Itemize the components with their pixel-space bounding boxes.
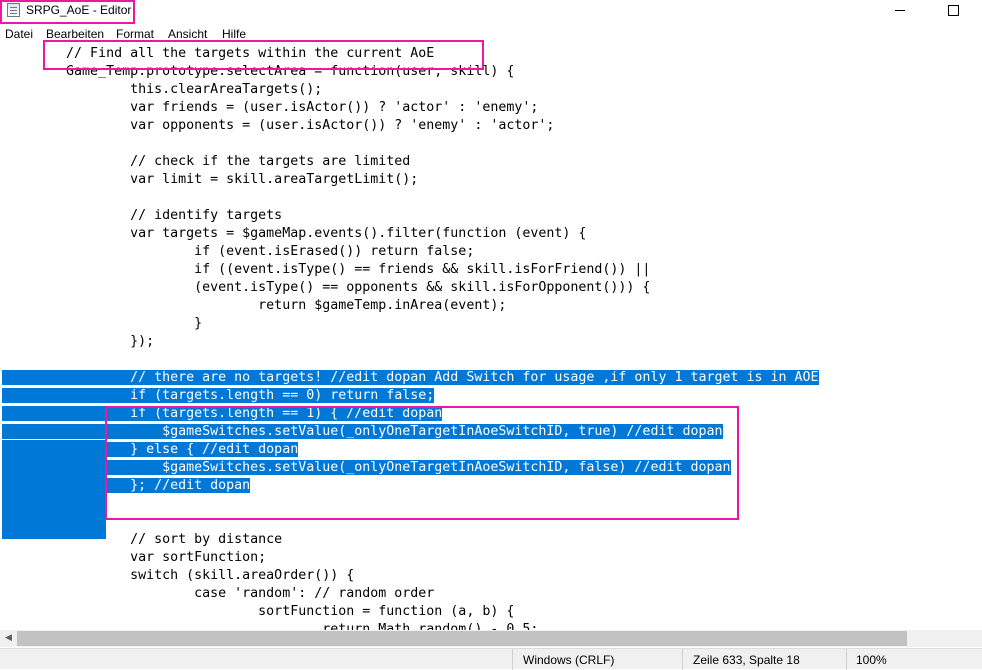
code-line-text: case 'random': // random order [2, 586, 435, 601]
code-line: // check if the targets are limited [2, 153, 410, 171]
status-divider [682, 649, 683, 670]
code-line-text: // check if the targets are limited [2, 154, 411, 169]
text-editor-area[interactable]: // Find all the targets within the curre… [0, 45, 982, 630]
code-line-text: } [2, 316, 203, 331]
cursor-position-status: Zeile 633, Spalte 18 [693, 653, 800, 667]
code-line-text: // there are no targets! //edit dopan Ad… [2, 370, 819, 385]
menu-hilfe[interactable]: Hilfe [222, 27, 246, 41]
code-line: // there are no targets! //edit dopan Ad… [2, 369, 819, 387]
code-line: case 'random': // random order [2, 585, 434, 603]
code-line-text: var limit = skill.areaTargetLimit(); [2, 172, 419, 187]
code-line: return $gameTemp.inArea(event); [2, 297, 506, 315]
code-line: var friends = (user.isActor()) ? 'actor'… [2, 99, 538, 117]
code-line: // sort by distance [2, 531, 282, 549]
status-divider [846, 649, 847, 670]
code-line: (event.isType() == opponents && skill.is… [2, 279, 650, 297]
title-annotation-box [0, 0, 135, 24]
code-line-text: return $gameTemp.inArea(event); [2, 298, 507, 313]
code-line-text: }); [2, 334, 155, 349]
status-divider [512, 649, 513, 670]
scrollbar-thumb[interactable] [17, 631, 907, 646]
title-bar: SRPG_AoE - Editor [0, 0, 982, 22]
code-line-text: var targets = $gameMap.events().filter(f… [2, 226, 587, 241]
code-line: if (targets.length == 0) return false; [2, 387, 435, 405]
code-line-text: if ((event.isType() == friends && skill.… [2, 262, 651, 277]
line-ending-status: Windows (CRLF) [523, 653, 615, 667]
horizontal-scrollbar[interactable]: ◀ [0, 630, 982, 647]
code-line: var limit = skill.areaTargetLimit(); [2, 171, 418, 189]
zoom-status: 100% [856, 653, 887, 667]
code-line: sortFunction = function (a, b) { [2, 603, 514, 621]
comment-annotation-box [43, 40, 484, 70]
code-line: var opponents = (user.isActor()) ? 'enem… [2, 117, 554, 135]
code-line: } [2, 315, 202, 333]
code-line-text: sortFunction = function (a, b) { [2, 604, 515, 619]
code-line: }); [2, 333, 154, 351]
menu-bearbeiten[interactable]: Bearbeiten [46, 27, 104, 41]
maximize-icon [947, 4, 959, 16]
code-line: // identify targets [2, 207, 282, 225]
maximize-button[interactable] [930, 0, 976, 22]
code-annotation-box [105, 406, 739, 520]
code-line-text: switch (skill.areaOrder()) { [2, 568, 355, 583]
minimize-icon [895, 9, 905, 11]
code-line-text: var friends = (user.isActor()) ? 'actor'… [2, 100, 539, 115]
code-line-text: var sortFunction; [2, 550, 267, 565]
code-line-text: // identify targets [2, 208, 283, 223]
code-line: if (event.isErased()) return false; [2, 243, 474, 261]
code-line-text: if (targets.length == 0) return false; [2, 388, 435, 403]
code-line-text: return Math.random() - 0.5; [2, 622, 539, 630]
code-line: var targets = $gameMap.events().filter(f… [2, 225, 586, 243]
status-bar: Windows (CRLF) Zeile 633, Spalte 18 100% [0, 648, 982, 670]
menu-format[interactable]: Format [116, 27, 154, 41]
code-line: var sortFunction; [2, 549, 266, 567]
menu-datei[interactable]: Datei [5, 27, 33, 41]
code-line-text: // sort by distance [2, 532, 283, 547]
code-line: if ((event.isType() == friends && skill.… [2, 261, 650, 279]
menu-ansicht[interactable]: Ansicht [168, 27, 207, 41]
code-line-text: (event.isType() == opponents && skill.is… [2, 280, 651, 295]
code-line: switch (skill.areaOrder()) { [2, 567, 354, 585]
code-line-text: if (event.isErased()) return false; [2, 244, 475, 259]
scroll-left-arrow-icon[interactable]: ◀ [0, 630, 17, 647]
code-line: this.clearAreaTargets(); [2, 81, 322, 99]
minimize-button[interactable] [877, 0, 923, 22]
code-line: return Math.random() - 0.5; [2, 621, 538, 630]
code-line-text: var opponents = (user.isActor()) ? 'enem… [2, 118, 555, 133]
code-line-text: this.clearAreaTargets(); [2, 82, 323, 97]
